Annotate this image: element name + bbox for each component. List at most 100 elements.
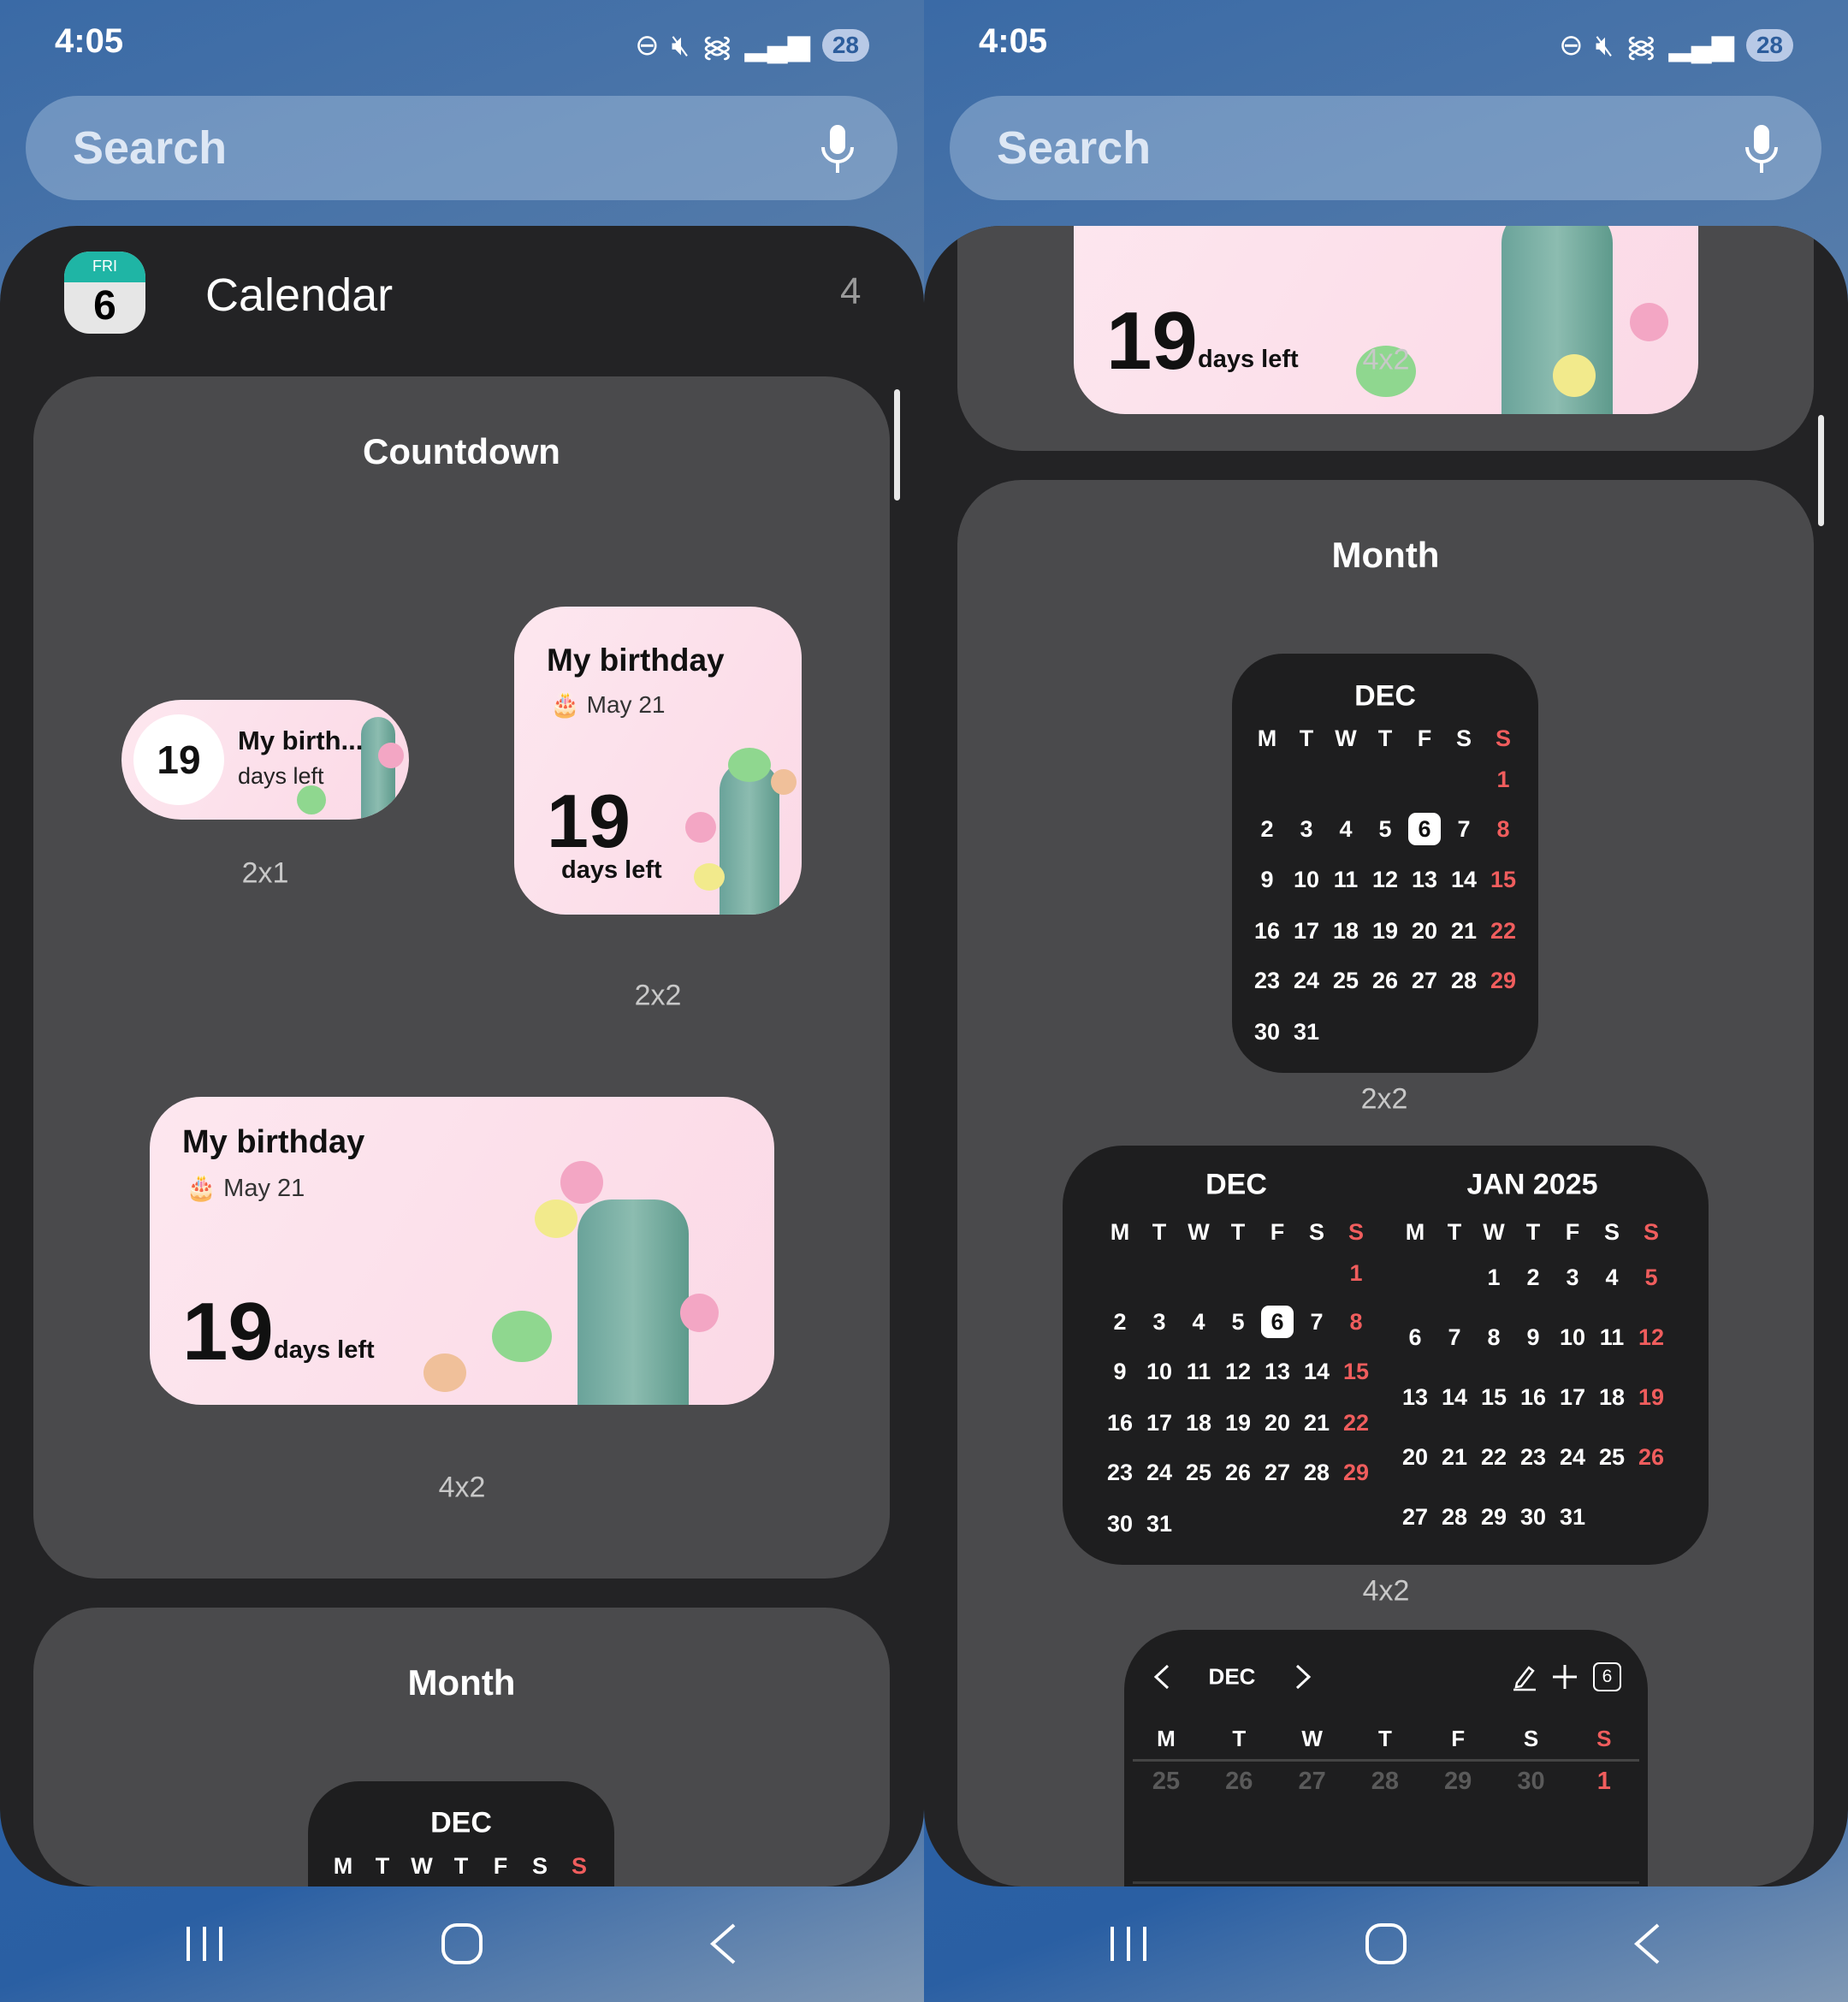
calendar-day[interactable]: 23 xyxy=(1100,1456,1140,1489)
calendar-day[interactable]: 28 xyxy=(1435,1501,1474,1533)
calendar-day[interactable]: 26 xyxy=(1219,1765,1259,1798)
calendar-day[interactable]: 4 xyxy=(1592,1261,1632,1294)
month-widget-4x2[interactable]: DEC JAN 2025 M T W T F S S 1 2 3 4 5 6 7 8 9 10 11 12 13 14 1… xyxy=(1063,1146,1709,1565)
calendar-day[interactable]: 4 xyxy=(1326,813,1365,845)
edit-icon[interactable] xyxy=(1512,1662,1537,1691)
home-icon[interactable] xyxy=(441,1922,483,1965)
calendar-day[interactable]: 26 xyxy=(1632,1441,1671,1473)
calendar-day[interactable]: 3 xyxy=(1287,813,1326,845)
calendar-day[interactable]: 18 xyxy=(1179,1407,1218,1439)
calendar-day[interactable]: 22 xyxy=(1474,1441,1513,1473)
calendar-day[interactable]: 31 xyxy=(1553,1501,1592,1533)
recents-icon[interactable] xyxy=(183,1923,226,1964)
calendar-day[interactable]: 2 xyxy=(1100,1306,1140,1338)
countdown-widget-4x2[interactable]: My birthday 🎂 May 21 19 days left xyxy=(150,1097,774,1405)
calendar-day[interactable]: 25 xyxy=(1592,1441,1632,1473)
calendar-day[interactable]: 25 xyxy=(1179,1456,1218,1489)
calendar-day[interactable]: 22 xyxy=(1336,1407,1376,1439)
calendar-day[interactable]: 27 xyxy=(1258,1456,1297,1489)
calendar-day[interactable]: 15 xyxy=(1484,863,1523,896)
add-icon[interactable] xyxy=(1552,1664,1578,1690)
calendar-day[interactable]: 23 xyxy=(1247,964,1287,997)
calendar-day[interactable]: 21 xyxy=(1444,915,1484,947)
calendar-day[interactable]: 25 xyxy=(1326,964,1365,997)
calendar-day[interactable]: 9 xyxy=(1513,1321,1553,1353)
month-widget-2x2[interactable]: DEC MTWTFSS xyxy=(308,1781,614,1886)
calendar-day[interactable]: 18 xyxy=(1326,915,1365,947)
calendar-day[interactable]: 5 xyxy=(1218,1306,1258,1338)
today-button[interactable]: 6 xyxy=(1593,1662,1621,1691)
mic-icon[interactable] xyxy=(1744,125,1779,173)
calendar-day[interactable]: 16 xyxy=(1100,1407,1140,1439)
calendar-day[interactable]: 28 xyxy=(1297,1456,1336,1489)
calendar-day[interactable]: 17 xyxy=(1140,1407,1179,1439)
calendar-day[interactable]: 25 xyxy=(1146,1765,1186,1798)
calendar-day[interactable]: 29 xyxy=(1474,1501,1513,1533)
calendar-day[interactable]: 1 xyxy=(1584,1765,1624,1798)
scrollbar[interactable] xyxy=(1818,415,1824,526)
calendar-day[interactable]: 16 xyxy=(1513,1381,1553,1413)
back-icon[interactable] xyxy=(708,1922,737,1965)
calendar-day[interactable]: 9 xyxy=(1100,1355,1140,1388)
calendar-day[interactable]: 29 xyxy=(1438,1765,1478,1798)
calendar-day[interactable]: 13 xyxy=(1395,1381,1435,1413)
calendar-day[interactable]: 12 xyxy=(1365,863,1405,896)
calendar-day[interactable]: 15 xyxy=(1336,1355,1376,1388)
calendar-day[interactable]: 27 xyxy=(1395,1501,1435,1533)
calendar-day[interactable]: 19 xyxy=(1218,1407,1258,1439)
calendar-day[interactable]: 27 xyxy=(1293,1765,1332,1798)
calendar-day[interactable]: 28 xyxy=(1444,964,1484,997)
calendar-day[interactable]: 21 xyxy=(1435,1441,1474,1473)
calendar-day[interactable]: 6 xyxy=(1408,813,1441,845)
calendar-day[interactable]: 29 xyxy=(1336,1456,1376,1489)
calendar-day[interactable]: 20 xyxy=(1258,1407,1297,1439)
calendar-day[interactable]: 10 xyxy=(1140,1355,1179,1388)
calendar-day[interactable]: 9 xyxy=(1247,863,1287,896)
calendar-day[interactable]: 8 xyxy=(1474,1321,1513,1353)
search-bar[interactable]: Search xyxy=(26,96,897,200)
calendar-day[interactable]: 6 xyxy=(1261,1306,1294,1338)
calendar-day[interactable]: 22 xyxy=(1484,915,1523,947)
calendar-day[interactable]: 24 xyxy=(1140,1456,1179,1489)
month-widget-4x4[interactable]: DEC 6 M T W T F S S 25 26 27 28 29 30 1 xyxy=(1124,1630,1648,1886)
recents-icon[interactable] xyxy=(1107,1923,1150,1964)
scrollbar[interactable] xyxy=(894,389,900,500)
calendar-day[interactable]: 13 xyxy=(1258,1355,1297,1388)
calendar-day[interactable]: 4 xyxy=(1179,1306,1218,1338)
calendar-day[interactable]: 8 xyxy=(1336,1306,1376,1338)
calendar-day[interactable]: 30 xyxy=(1100,1507,1140,1540)
calendar-day[interactable]: 27 xyxy=(1405,964,1444,997)
home-icon[interactable] xyxy=(1365,1922,1407,1965)
calendar-day[interactable]: 29 xyxy=(1484,964,1523,997)
countdown-widget-2x2[interactable]: My birthday 🎂 May 21 19 days left xyxy=(514,607,802,915)
prev-month-icon[interactable] xyxy=(1153,1664,1170,1690)
calendar-day[interactable]: 14 xyxy=(1435,1381,1474,1413)
calendar-day[interactable]: 1 xyxy=(1484,763,1523,796)
calendar-day[interactable]: 1 xyxy=(1474,1261,1513,1294)
calendar-day[interactable]: 17 xyxy=(1553,1381,1592,1413)
calendar-day[interactable]: 10 xyxy=(1553,1321,1592,1353)
calendar-day[interactable]: 1 xyxy=(1336,1257,1376,1289)
calendar-day[interactable]: 17 xyxy=(1287,915,1326,947)
countdown-widget-2x1[interactable]: 19 My birth... days left xyxy=(121,700,409,820)
calendar-day[interactable]: 19 xyxy=(1365,915,1405,947)
calendar-day[interactable]: 14 xyxy=(1297,1355,1336,1388)
countdown-widget-4x2[interactable]: 19 days left xyxy=(1074,226,1698,414)
calendar-day[interactable]: 6 xyxy=(1395,1321,1435,1353)
calendar-day[interactable]: 12 xyxy=(1218,1355,1258,1388)
calendar-day[interactable]: 12 xyxy=(1632,1321,1671,1353)
calendar-day[interactable]: 5 xyxy=(1632,1261,1671,1294)
month-widget-2x2[interactable]: DEC M T W T F S S 1 2 3 4 5 6 7 8 9 10 11 12 13 14 15 16 17 18 19… xyxy=(1232,654,1538,1073)
calendar-day[interactable]: 5 xyxy=(1365,813,1405,845)
next-month-icon[interactable] xyxy=(1294,1664,1312,1690)
calendar-day[interactable]: 18 xyxy=(1592,1381,1632,1413)
calendar-day[interactable]: 30 xyxy=(1512,1765,1551,1798)
calendar-day[interactable]: 24 xyxy=(1553,1441,1592,1473)
calendar-day[interactable]: 3 xyxy=(1553,1261,1592,1294)
calendar-day[interactable]: 11 xyxy=(1179,1355,1218,1388)
search-bar[interactable]: Search xyxy=(950,96,1821,200)
calendar-day[interactable]: 13 xyxy=(1405,863,1444,896)
back-icon[interactable] xyxy=(1632,1922,1661,1965)
calendar-day[interactable]: 3 xyxy=(1140,1306,1179,1338)
calendar-day[interactable]: 2 xyxy=(1513,1261,1553,1294)
